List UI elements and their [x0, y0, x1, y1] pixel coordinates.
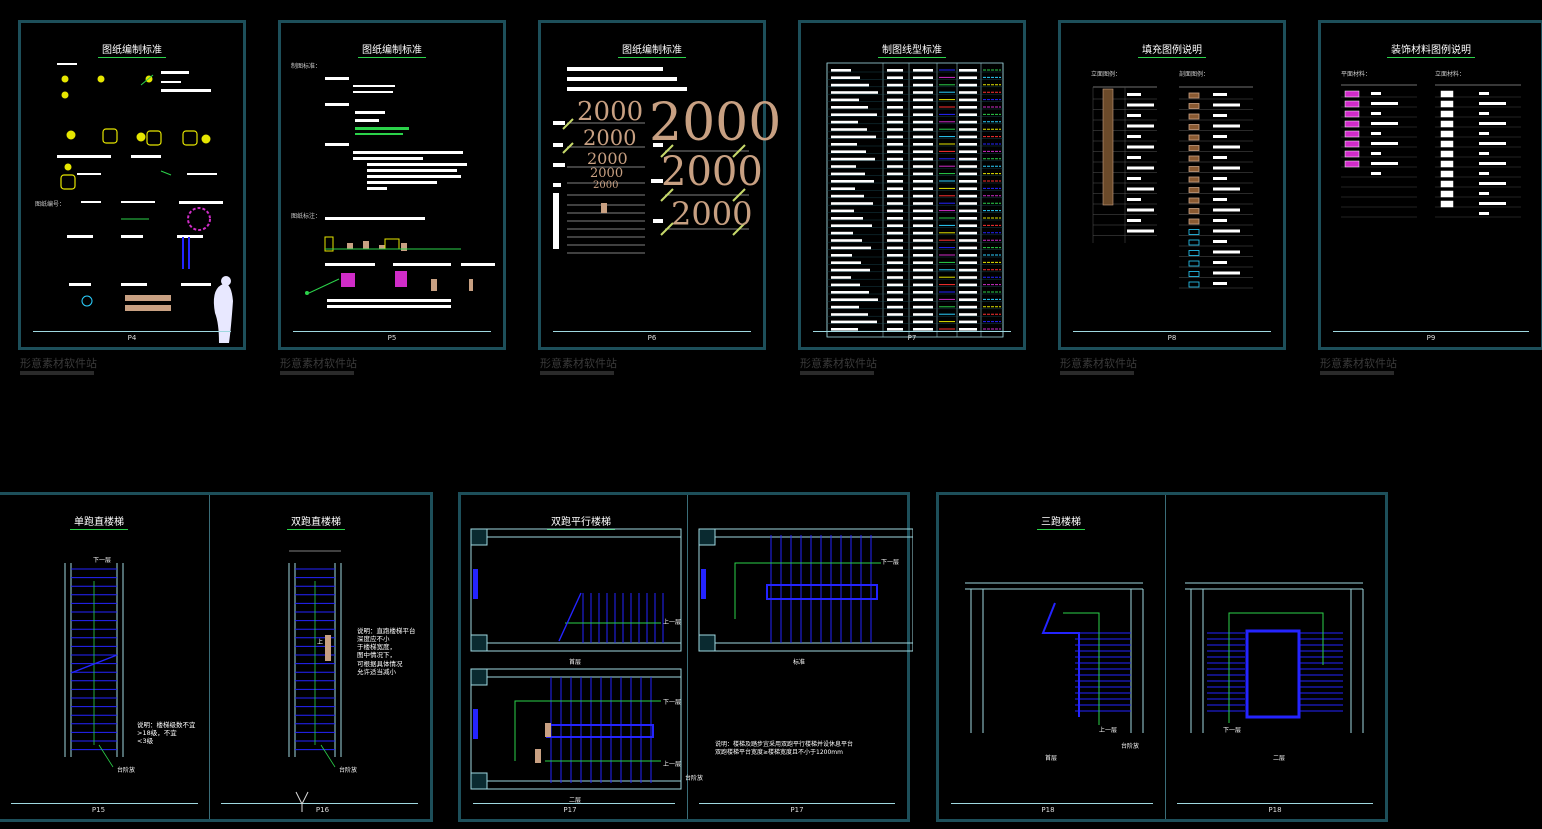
- page-number: P15: [91, 806, 106, 814]
- material-legend-table: [1341, 84, 1521, 218]
- watermark: 形意素材软件站: [800, 357, 877, 370]
- page-number: P18: [1268, 806, 1282, 814]
- page-number: P9: [1426, 334, 1436, 342]
- page-number: P18: [1041, 806, 1055, 814]
- sheet-p8[interactable]: 填充图例说明 立面图例： 剖面图例： P8: [1058, 20, 1286, 350]
- watermark: 形意素材软件站: [1060, 357, 1137, 370]
- floor-label: 标准: [793, 659, 806, 666]
- text-height-large: 2000: [649, 93, 782, 153]
- sheet-p17[interactable]: 双跑平行楼梯 上一层 首层 下一层 标准 下一层 上一层 台阶放 二层 说明：楼…: [458, 492, 913, 822]
- text-height-sample: 2000: [593, 180, 619, 191]
- stair-note: 说明：楼梯级数不宜 >18级，不宜 <3级: [137, 721, 196, 746]
- watermark: 形意素材软件站: [540, 357, 617, 370]
- text-height-sample: 2000: [590, 166, 624, 181]
- step-label: 台阶放: [117, 767, 136, 774]
- floor-label: 二层: [1273, 755, 1286, 762]
- upstairs-label: 上一层: [663, 761, 682, 768]
- sheet-p6[interactable]: 图纸编制标准 2000 2000 2000 2000 2000 2000 200…: [538, 20, 781, 350]
- sheet-p18[interactable]: 三跑楼梯 上一层 台阶放 首层 下一层 二层 P18 P18: [936, 492, 1388, 822]
- sheet-p4[interactable]: 图纸编制标准 图纸编号： P4: [18, 20, 246, 350]
- watermark: 形意素材软件站: [20, 357, 97, 370]
- watermark: 形意素材软件站: [1320, 357, 1397, 370]
- page-number: P5: [387, 334, 397, 342]
- sheet-p15-p16[interactable]: 单跑直楼梯 双跑直楼梯 下一层 说明：楼梯级数不宜 >18级，不宜 <3级 台阶…: [0, 492, 433, 822]
- stair-note: 说明：直跑楼梯平台 深度应不小 于楼梯宽度， 图中情况下， 可根据具体情况 允许…: [357, 627, 416, 676]
- watermark: 形意素材软件站: [280, 357, 357, 370]
- stair-note: 说明：楼梯及踏步宜采用双跑平行楼梯并设休息平台 双跑楼梯平台宽度≥楼梯宽度且不小…: [715, 741, 854, 756]
- page-number: P6: [647, 334, 657, 342]
- up-label: 上: [317, 639, 324, 646]
- page-number: P7: [907, 334, 917, 342]
- downstairs-label: 下一层: [881, 559, 900, 566]
- page-number: P17: [563, 806, 577, 814]
- sheet-p5[interactable]: 图纸编制标准 制图标准： 图纸标注： P5: [278, 20, 506, 350]
- upstairs-label: 上一层: [663, 619, 682, 626]
- floor-label: 首层: [1045, 755, 1058, 762]
- fill-legend-table: [1092, 86, 1253, 289]
- page-number: P16: [315, 806, 330, 814]
- p4-symbols: [57, 63, 233, 343]
- downstairs-label: 下一层: [663, 699, 682, 706]
- upstairs-label: 上一层: [1099, 727, 1118, 734]
- ucs-axis-icon: [295, 791, 309, 812]
- text-height-large: 2000: [671, 195, 753, 233]
- text-height-sample: 2000: [577, 97, 644, 127]
- downstairs-label: 下一层: [1223, 727, 1242, 734]
- linetype-table: [826, 62, 1004, 338]
- page-number: P17: [790, 806, 804, 814]
- p5-content: [305, 77, 495, 308]
- sheet-p9[interactable]: 装饰材料图例说明 平面材料： 立面材料： P9: [1318, 20, 1542, 350]
- three-flight-stair-drawings: [965, 582, 1364, 733]
- text-height-sample: 2000: [583, 126, 637, 150]
- floor-label: 首层: [569, 659, 582, 666]
- step-label: 台阶放: [685, 775, 704, 782]
- step-label: 台阶放: [1121, 743, 1140, 750]
- sheet-p7[interactable]: 制图线型标准 P7: [798, 20, 1026, 350]
- downstairs-label: 下一层: [93, 557, 112, 564]
- page-number: P8: [1167, 334, 1177, 342]
- step-label: 台阶放: [339, 767, 358, 774]
- page-number: P4: [127, 334, 137, 342]
- text-height-large: 2000: [661, 149, 763, 195]
